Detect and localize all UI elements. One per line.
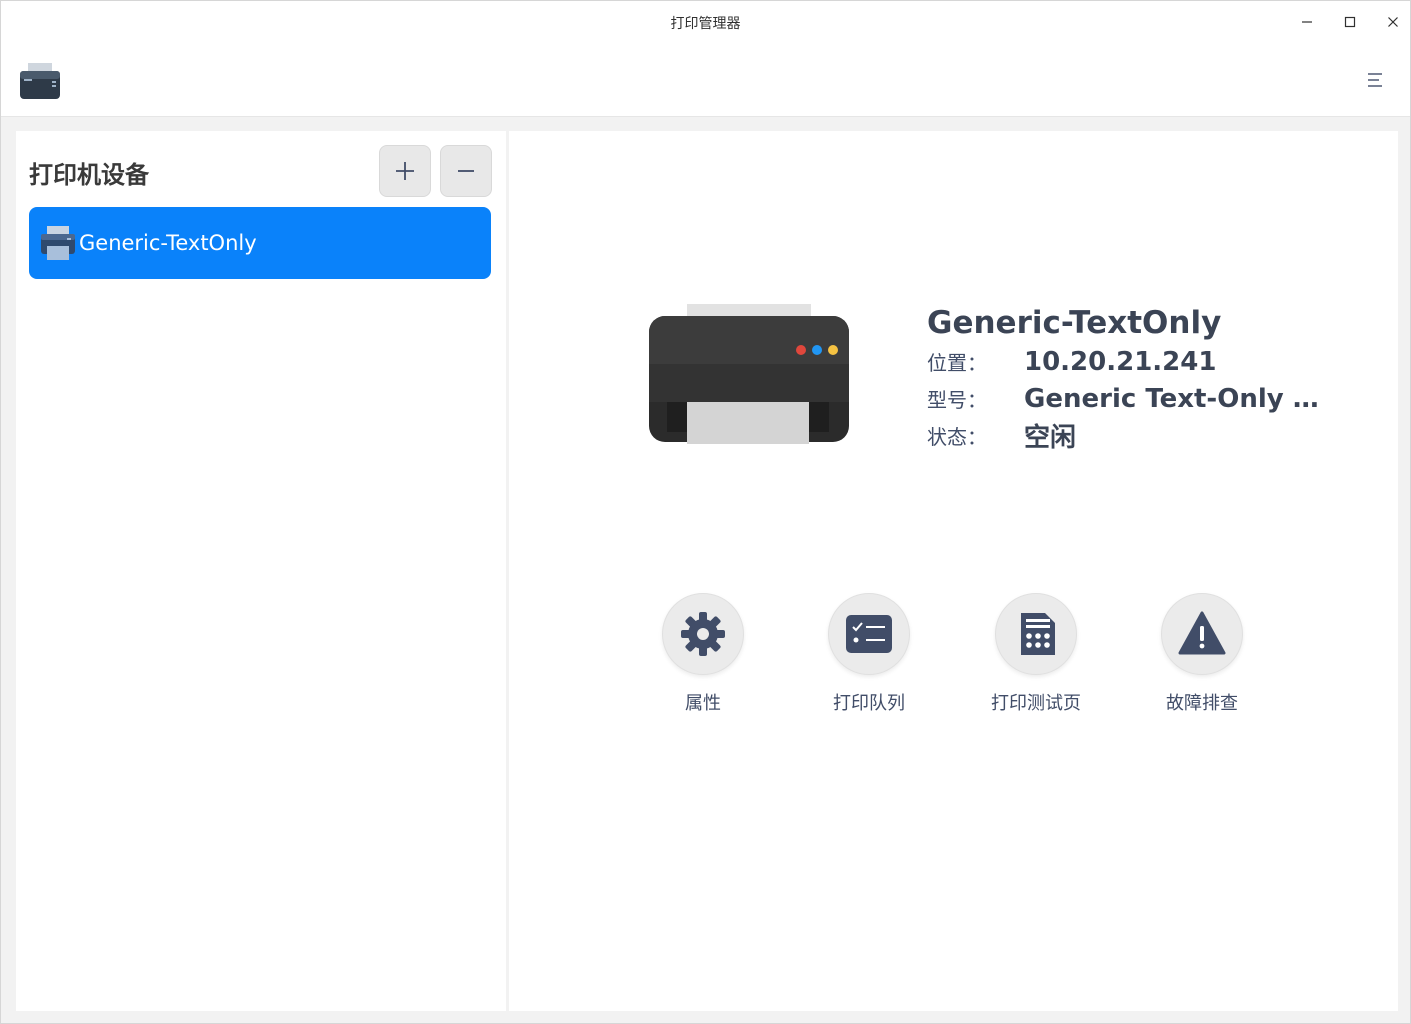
printer-list-item-label: Generic-TextOnly (79, 231, 257, 255)
remove-printer-button[interactable] (440, 145, 492, 197)
main-menu-button[interactable] (1361, 67, 1389, 93)
location-value: 10.20.21.241 (1024, 346, 1217, 377)
model-label: 型号： (927, 388, 987, 412)
gear-icon (681, 612, 725, 656)
troubleshoot-label: 故障排查 (1166, 693, 1238, 714)
hamburger-menu-icon (1368, 73, 1382, 87)
printer-icon (39, 224, 77, 262)
printer-actions: 属性 打印队列 打印测试页 故障排查 (657, 593, 1257, 723)
minimize-button[interactable] (1293, 9, 1321, 35)
maximize-button[interactable] (1336, 9, 1364, 35)
add-printer-button[interactable] (379, 145, 431, 197)
window-title: 打印管理器 (670, 16, 741, 32)
model-value: Generic Text-Only … (1024, 383, 1319, 414)
status-row: 状态： 空闲 (927, 417, 1387, 454)
warning-icon (1178, 611, 1226, 655)
print-test-page-label: 打印测试页 (991, 693, 1081, 714)
printer-list-title: 打印机设备 (29, 161, 149, 189)
print-test-page-button-circle[interactable] (995, 593, 1077, 675)
location-label: 位置： (927, 351, 987, 375)
print-queue-button-circle[interactable] (828, 593, 910, 675)
printer-details-panel: Generic-TextOnly 位置： 10.20.21.241 型号： Ge… (509, 131, 1398, 1011)
print-queue-label: 打印队列 (833, 693, 905, 714)
troubleshoot-button[interactable]: 故障排查 (1142, 593, 1262, 715)
app-printer-icon (18, 61, 62, 101)
print-test-page-button[interactable]: 打印测试页 (976, 593, 1096, 715)
title-bar: 打印管理器 (1, 1, 1410, 117)
troubleshoot-button-circle[interactable] (1161, 593, 1243, 675)
minus-icon (458, 170, 474, 172)
location-row: 位置： 10.20.21.241 (927, 343, 1387, 380)
printer-list-item[interactable]: Generic-TextOnly (29, 207, 491, 279)
status-label: 状态： (927, 425, 987, 449)
close-button[interactable] (1379, 9, 1407, 35)
print-queue-button[interactable]: 打印队列 (809, 593, 929, 715)
minimize-icon (1302, 21, 1312, 23)
maximize-icon (1344, 16, 1356, 28)
status-value: 空闲 (1024, 423, 1077, 453)
test-page-icon (1021, 613, 1055, 655)
queue-list-icon (846, 615, 892, 653)
properties-button[interactable]: 属性 (643, 593, 763, 715)
plus-icon (396, 162, 414, 180)
properties-button-circle[interactable] (662, 593, 744, 675)
printer-info: Generic-TextOnly 位置： 10.20.21.241 型号： Ge… (927, 303, 1387, 454)
large-printer-icon (637, 304, 857, 449)
close-icon (1388, 17, 1398, 27)
properties-label: 属性 (685, 693, 721, 714)
printer-name: Generic-TextOnly (927, 305, 1222, 341)
printer-list-panel: 打印机设备 Generic-TextOnly (16, 131, 506, 1011)
model-row: 型号： Generic Text-Only … (927, 380, 1387, 417)
print-manager-window: 打印管理器 打印机设备 Generic-TextOnly Generic-Tex… (0, 0, 1411, 1024)
